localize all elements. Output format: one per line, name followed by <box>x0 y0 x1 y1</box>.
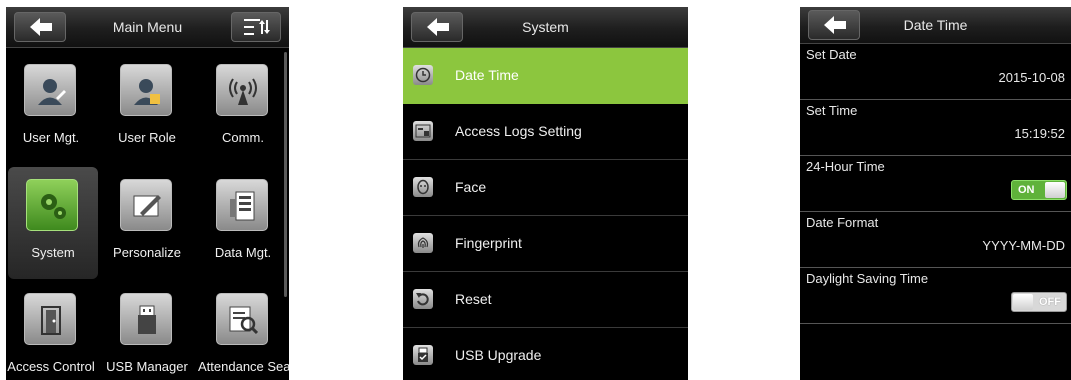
menu-item-label: Comm. <box>222 130 264 145</box>
menu-item-access-control[interactable]: Access Control <box>6 281 96 380</box>
toggle-knob <box>1013 294 1033 310</box>
menu-item-label: USB Manager <box>106 359 188 374</box>
list-item-label: Face <box>455 179 487 195</box>
menu-item-usb-manager[interactable]: USB Manager <box>102 281 192 380</box>
system-icon <box>26 179 78 231</box>
toggle-state-text: OFF <box>1039 296 1061 308</box>
toggle-state-text: ON <box>1018 184 1035 196</box>
list-item-label: USB Upgrade <box>455 347 542 363</box>
dst-row: Daylight Saving Time OFF <box>800 268 1071 324</box>
list-item-label: Reset <box>455 291 492 307</box>
user-mgt-icon <box>24 64 76 116</box>
menu-item-label: System <box>31 245 75 260</box>
list-item-label: Access Logs Setting <box>455 123 582 139</box>
list-item-usb-upgrade[interactable]: USB Upgrade <box>403 328 688 380</box>
usb-manager-icon <box>120 293 172 345</box>
set-date-row[interactable]: Set Date 2015-10-08 <box>800 44 1071 100</box>
date-format-row[interactable]: Date Format YYYY-MM-DD <box>800 212 1071 268</box>
list-item-fingerprint[interactable]: Fingerprint <box>403 216 688 272</box>
system-header: System <box>403 7 688 48</box>
page-title: System <box>522 19 569 35</box>
scrollbar[interactable] <box>284 52 287 297</box>
access-control-icon <box>24 293 76 345</box>
menu-item-personalize[interactable]: Personalize <box>102 167 192 279</box>
dst-toggle[interactable]: OFF <box>1011 292 1067 312</box>
personalize-icon <box>120 179 172 231</box>
hour24-toggle[interactable]: ON <box>1011 180 1067 200</box>
menu-item-label: Personalize <box>113 245 181 260</box>
list-item-label: Fingerprint <box>455 235 522 251</box>
face-icon <box>413 177 433 197</box>
hour24-label: 24-Hour Time <box>806 159 885 174</box>
set-time-row[interactable]: Set Time 15:19:52 <box>800 100 1071 156</box>
set-time-label: Set Time <box>806 103 858 118</box>
set-date-value: 2015-10-08 <box>998 70 1066 85</box>
menu-item-system[interactable]: System <box>8 167 98 279</box>
date-format-label: Date Format <box>806 215 879 230</box>
list-item-access-logs-setting[interactable]: Access Logs Setting <box>403 104 688 160</box>
menu-options-button[interactable] <box>231 12 281 42</box>
menu-item-user-mgt[interactable]: User Mgt. <box>6 52 96 164</box>
menu-item-label: User Role <box>118 130 176 145</box>
list-item-date-time[interactable]: Date Time <box>403 48 688 104</box>
access-logs-icon <box>413 121 433 141</box>
dst-label: Daylight Saving Time <box>806 271 929 286</box>
attendance-search-icon <box>216 293 268 345</box>
date-format-value: YYYY-MM-DD <box>982 238 1065 253</box>
main-menu-header: Main Menu <box>6 7 289 48</box>
set-time-value: 15:19:52 <box>1014 126 1065 141</box>
list-item-label: Date Time <box>455 67 519 83</box>
menu-item-label: Data Mgt. <box>214 245 272 260</box>
menu-item-attendance-search[interactable]: Attendance Search <box>198 281 289 380</box>
list-sort-icon <box>244 19 270 35</box>
menu-item-label: User Mgt. <box>22 130 80 145</box>
hour24-row: 24-Hour Time ON <box>800 156 1071 212</box>
main-menu-screen: Main Menu User Mgt. User Role Comm. Syst… <box>6 7 289 380</box>
menu-item-data-mgt[interactable]: Data Mgt. <box>198 167 288 279</box>
date-time-header: Date Time <box>800 7 1071 44</box>
date-time-screen: Date Time Set Date 2015-10-08 Set Time 1… <box>800 7 1071 380</box>
page-title: Date Time <box>903 17 968 33</box>
system-screen: System Date Time Access Logs Setting Fac… <box>403 7 688 380</box>
list-item-reset[interactable]: Reset <box>403 272 688 328</box>
usb-upgrade-icon <box>413 345 433 365</box>
toggle-knob <box>1045 182 1065 198</box>
clock-icon <box>413 65 433 85</box>
fingerprint-icon <box>413 233 433 253</box>
menu-item-user-role[interactable]: User Role <box>102 52 192 164</box>
user-role-icon <box>120 64 172 116</box>
menu-item-comm[interactable]: Comm. <box>198 52 288 164</box>
menu-item-label: Access Control <box>7 359 95 374</box>
menu-item-label: Attendance Search <box>198 359 289 374</box>
set-date-label: Set Date <box>806 47 857 62</box>
list-item-face[interactable]: Face <box>403 160 688 216</box>
reset-icon <box>413 289 433 309</box>
data-mgt-icon <box>216 179 268 231</box>
comm-icon <box>216 64 268 116</box>
